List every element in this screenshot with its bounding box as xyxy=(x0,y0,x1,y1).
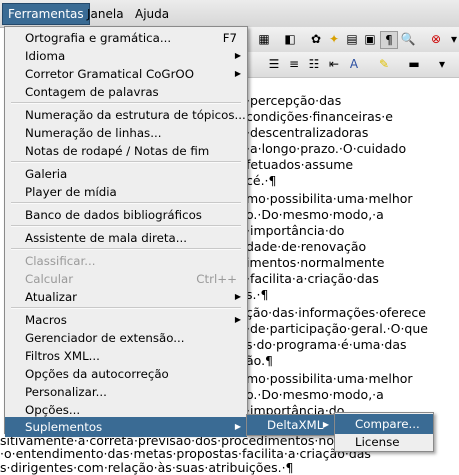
menubar: Ferramentas Janela Ajuda xyxy=(0,0,459,28)
menu-item-deltaxml[interactable]: DeltaXML ▶ xyxy=(247,415,335,435)
menu-item-autocorrect[interactable]: Opções da autocorreção xyxy=(5,364,247,384)
menu-item-customize[interactable]: Personalizar... xyxy=(5,382,247,402)
doc-line: ·descentralizadoras xyxy=(246,125,369,140)
menu-item-mail-merge[interactable]: Assistente de mala direta... xyxy=(5,228,247,248)
menu-item-footnotes[interactable]: Notas de rodapé / Notas de fim xyxy=(5,141,247,161)
menu-item-extension-manager[interactable]: Gerenciador de extensão... xyxy=(5,328,247,348)
doc-line: ção·das·informações·oferece xyxy=(246,305,426,320)
navigator-icon[interactable]: ✿ xyxy=(308,31,324,47)
menu-separator xyxy=(11,248,241,250)
doc-line: s.·¶ xyxy=(246,287,269,302)
toolbar-options-icon-2[interactable]: ▾ xyxy=(434,56,450,72)
doc-line: ·o·entendimento·das·metas·propostas·faci… xyxy=(0,446,371,461)
menu-item-xml-filters[interactable]: Filtros XML... xyxy=(5,346,247,366)
font-color-icon[interactable]: A xyxy=(346,56,362,72)
menu-separator xyxy=(11,225,241,227)
menu-item-media-player[interactable]: Player de mídia xyxy=(5,182,247,202)
doc-line: mo·possibilita·uma·melhor xyxy=(246,371,413,386)
doc-line: o.·Do·mesmo·modo,·a xyxy=(246,387,384,402)
help-icon[interactable]: ⊗ xyxy=(428,31,444,47)
formatting-toolbar: ☰ ≡ ☷ ⇤ A ✎ ▬ ▾ xyxy=(246,52,459,78)
menu-item-license[interactable]: License xyxy=(335,432,433,452)
doc-line: mo·possibilita·uma·melhor xyxy=(246,191,413,206)
align-justify-icon[interactable]: ☰ xyxy=(266,56,282,72)
doc-line: ·a·longo·prazo.·O·cuidado xyxy=(246,141,407,156)
doc-line: imentos·normalmente xyxy=(246,255,385,270)
toolbar-options-icon[interactable]: ▾ xyxy=(446,31,459,47)
bullets-icon[interactable]: ☷ xyxy=(306,56,322,72)
menu-item-macros[interactable]: Macros ▶ xyxy=(5,310,247,330)
menu-item-line-numbering[interactable]: Numeração de linhas... xyxy=(5,123,247,143)
doc-line: o.·Do·mesmo·modo,·a xyxy=(246,207,384,222)
menu-item-language[interactable]: Idioma ▶ xyxy=(5,46,247,66)
menu-janela[interactable]: Janela xyxy=(82,4,129,24)
standard-toolbar: ▦ ◧ ✿ ✦ ▤ ▣ ¶ 🔍 ⊗ ▾ xyxy=(246,27,459,53)
doc-line: s·do·programa·é·uma·das xyxy=(246,337,407,352)
submenu-arrow-icon: ▶ xyxy=(234,422,241,431)
menu-separator xyxy=(11,307,241,309)
doc-line: ão.¶ xyxy=(246,353,274,368)
submenu-arrow-icon: ▶ xyxy=(234,51,241,60)
table-icon[interactable]: ▦ xyxy=(256,31,272,47)
numbering-icon[interactable]: ≡ xyxy=(286,56,302,72)
decrease-indent-icon[interactable]: ⇤ xyxy=(326,56,342,72)
menu-item-suplementos[interactable]: Suplementos ▶ xyxy=(5,417,247,437)
menu-item-sort: Classificar... xyxy=(25,254,96,268)
menu-item-calculate: Calcular Ctrl++ xyxy=(25,272,237,286)
datasource-icon[interactable]: ▤ xyxy=(344,31,360,47)
suplementos-menu: DeltaXML ▶ xyxy=(246,414,336,436)
menu-separator xyxy=(11,202,241,204)
formatting-marks-icon[interactable]: ¶ xyxy=(380,31,398,49)
background-color-icon[interactable]: ▬ xyxy=(406,56,422,72)
submenu-arrow-icon: ▶ xyxy=(234,69,241,78)
menu-ferramentas[interactable]: Ferramentas xyxy=(2,3,90,25)
submenu-arrow-icon: ▶ xyxy=(234,292,241,301)
menu-ajuda[interactable]: Ajuda xyxy=(130,4,174,24)
menu-item-bibliography[interactable]: Banco de dados bibliográficos xyxy=(5,205,247,225)
menu-item-cogroo[interactable]: Corretor Gramatical CoGrOO ▶ xyxy=(5,64,247,84)
doc-line: ·percepção·das xyxy=(246,93,342,108)
doc-line: s·dirigentes·com·relação·às·suas·atribui… xyxy=(0,460,294,475)
menu-item-outline-numbering[interactable]: Numeração da estrutura de tópicos... xyxy=(5,105,247,125)
doc-line: dade·de·renovação xyxy=(246,239,367,254)
doc-line: ·de·participação·geral.·O·que xyxy=(246,321,428,336)
tools-menu: Ortografia e gramática... F7 Idioma ▶ Corr… xyxy=(4,26,248,437)
menu-item-gallery[interactable]: Galeria xyxy=(5,164,247,184)
menu-item-spelling[interactable]: Ortografia e gramática... F7 xyxy=(5,28,247,48)
submenu-arrow-icon: ▶ xyxy=(234,315,241,324)
menu-separator xyxy=(11,102,241,104)
doc-line: fetuados·assume xyxy=(246,157,354,172)
doc-line: ·importância·do xyxy=(246,223,345,238)
deltaxml-menu: Compare... License xyxy=(334,412,434,452)
menu-item-compare[interactable]: Compare... xyxy=(335,414,433,434)
doc-line: ·facilita·a·criação·das xyxy=(246,271,379,286)
document-margin xyxy=(437,79,459,472)
menu-separator xyxy=(11,161,241,163)
menu-item-word-count[interactable]: Contagem de palavras xyxy=(5,82,247,102)
zoom-icon[interactable]: 🔍 xyxy=(400,31,416,47)
doc-line: cé.·¶ xyxy=(246,173,277,188)
draw-functions-icon[interactable]: ◧ xyxy=(282,31,298,47)
highlight-icon[interactable]: ✎ xyxy=(376,56,392,72)
document-icon[interactable]: ▣ xyxy=(362,31,378,47)
menu-item-update[interactable]: Atualizar ▶ xyxy=(5,287,247,307)
doc-line: condições·financeiras·e xyxy=(246,109,393,124)
submenu-arrow-icon: ▶ xyxy=(322,420,329,429)
gallery-icon[interactable]: ✦ xyxy=(326,31,342,47)
